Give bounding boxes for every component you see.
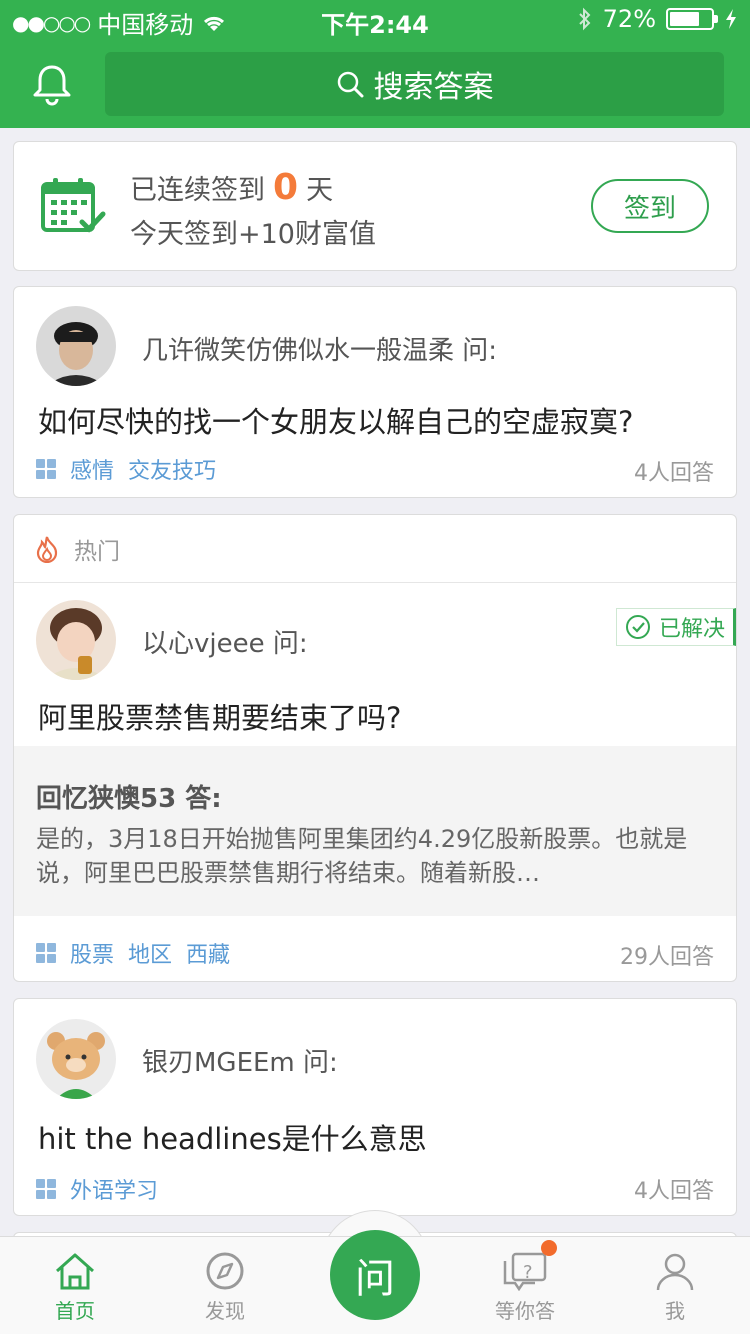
notification-badge bbox=[541, 1240, 557, 1256]
answerer-name[interactable]: 回忆狭懊53 答: bbox=[36, 778, 222, 815]
checkin-prefix: 已连续签到 bbox=[130, 175, 265, 206]
tab-discover[interactable]: 发现 bbox=[170, 1237, 280, 1334]
tab-waiting-label: 等你答 bbox=[495, 1299, 555, 1323]
status-bar: ●●○○○ 中国移动 下午2:44 72% bbox=[0, 0, 750, 40]
answer-text: 是的，3月18日开始抛售阿里集团约4.29亿股新股票。也就是说，阿里巴巴股票禁售… bbox=[36, 825, 688, 887]
tab-me-label: 我 bbox=[665, 1299, 685, 1323]
question-bubble-icon: ? bbox=[503, 1252, 547, 1291]
asker-name[interactable]: 几许微笑仿佛似水一般温柔 问: bbox=[142, 330, 497, 367]
question-card[interactable]: 银刃MGEEm 问: hit the headlines是什么意思 外语学习 4… bbox=[13, 998, 737, 1216]
home-icon bbox=[56, 1253, 94, 1290]
asker-name[interactable]: 银刃MGEEm 问: bbox=[142, 1042, 338, 1079]
charging-icon bbox=[726, 9, 736, 29]
tab-home[interactable]: 首页 bbox=[20, 1237, 130, 1334]
checkin-suffix: 天 bbox=[306, 175, 334, 206]
asker-name[interactable]: 以心vjeee 问: bbox=[142, 623, 308, 660]
status-right: 72% bbox=[577, 5, 738, 33]
compass-icon bbox=[206, 1252, 244, 1290]
question-text[interactable]: hit the headlines是什么意思 bbox=[38, 1116, 427, 1158]
user-icon bbox=[656, 1253, 694, 1291]
tag[interactable]: 感情 bbox=[70, 453, 114, 485]
bluetooth-icon bbox=[578, 7, 591, 31]
search-placeholder: 搜索答案 bbox=[373, 70, 494, 105]
checkin-reward: 今天签到+10财富值 bbox=[130, 219, 376, 250]
answer-count: 4人回答 bbox=[634, 1179, 714, 1204]
hot-label: 热门 bbox=[74, 538, 120, 565]
tag-list: 感情 交友技巧 bbox=[36, 453, 216, 485]
checkin-card: 已连续签到 0 天 今天签到+10财富值 签到 bbox=[13, 141, 737, 271]
hot-section-header: 热门 bbox=[14, 515, 736, 583]
tag-list: 股票 地区 西藏 bbox=[36, 937, 230, 969]
battery-percent: 72% bbox=[602, 5, 656, 33]
avatar[interactable] bbox=[36, 1019, 116, 1099]
tag[interactable]: 交友技巧 bbox=[128, 453, 216, 485]
tab-me[interactable]: 我 bbox=[620, 1237, 730, 1334]
app-screen: ●●○○○ 中国移动 下午2:44 72% 搜索答案 已连续签到 0 天 今天签… bbox=[0, 0, 750, 1334]
question-text[interactable]: 阿里股票禁售期要结束了吗? bbox=[38, 695, 401, 737]
tag[interactable]: 西藏 bbox=[186, 937, 230, 969]
category-icon bbox=[36, 943, 56, 963]
search-bar[interactable]: 搜索答案 bbox=[105, 52, 724, 116]
svg-text:?: ? bbox=[523, 1262, 533, 1283]
search-icon bbox=[337, 71, 363, 98]
solved-label: 已解决 bbox=[658, 617, 725, 642]
top-bar: ●●○○○ 中国移动 下午2:44 72% 搜索答案 bbox=[0, 0, 750, 128]
category-icon bbox=[36, 1179, 56, 1199]
tab-discover-label: 发现 bbox=[205, 1299, 245, 1323]
category-icon bbox=[36, 459, 56, 479]
question-card-hot[interactable]: 热门 以心vjeee 问: 已解决 阿里股票禁售期要结束了吗? 回忆狭懊53 答… bbox=[13, 514, 737, 982]
flame-icon bbox=[36, 536, 58, 563]
check-circle-icon bbox=[625, 615, 650, 639]
tag[interactable]: 外语学习 bbox=[70, 1173, 158, 1205]
tag-list: 外语学习 bbox=[36, 1173, 158, 1205]
answer-count: 29人回答 bbox=[620, 945, 714, 970]
bell-icon[interactable] bbox=[30, 62, 74, 106]
battery-icon bbox=[666, 8, 718, 30]
avatar[interactable] bbox=[36, 600, 116, 680]
answer-count: 4人回答 bbox=[634, 461, 714, 486]
calendar-check-icon bbox=[41, 178, 106, 233]
tag[interactable]: 股票 bbox=[70, 937, 114, 969]
answer-preview[interactable]: 回忆狭懊53 答: 是的，3月18日开始抛售阿里集团约4.29亿股新股票。也就是… bbox=[14, 746, 736, 916]
checkin-button[interactable]: 签到 bbox=[591, 179, 709, 233]
solved-badge: 已解决 bbox=[616, 608, 736, 646]
ask-question-button[interactable]: 问 bbox=[330, 1230, 420, 1320]
tag[interactable]: 地区 bbox=[128, 937, 172, 969]
tab-waiting[interactable]: ? 等你答 bbox=[470, 1237, 580, 1334]
checkin-days: 0 bbox=[273, 167, 299, 208]
tab-home-label: 首页 bbox=[55, 1299, 95, 1323]
avatar[interactable] bbox=[36, 306, 116, 386]
checkin-streak: 已连续签到 0 天 bbox=[130, 167, 333, 208]
question-text[interactable]: 如何尽快的找一个女朋友以解自己的空虚寂寞? bbox=[38, 399, 633, 441]
question-card[interactable]: 几许微笑仿佛似水一般温柔 问: 如何尽快的找一个女朋友以解自己的空虚寂寞? 感情… bbox=[13, 286, 737, 498]
